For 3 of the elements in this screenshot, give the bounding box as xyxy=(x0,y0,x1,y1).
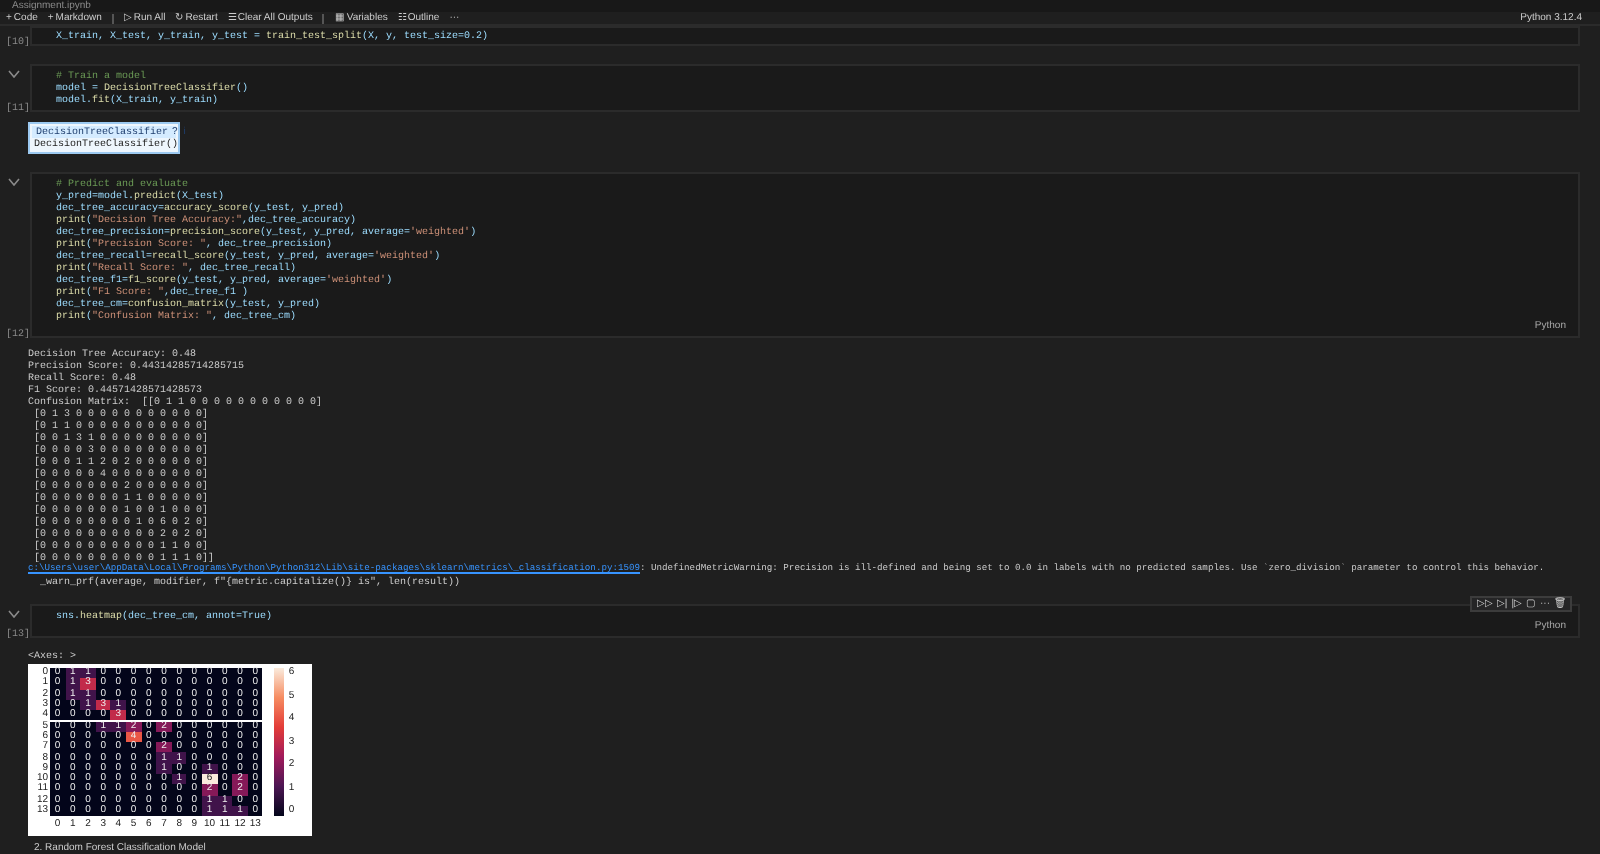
chevron-icon[interactable] xyxy=(8,610,20,618)
chevron-icon[interactable] xyxy=(8,178,20,186)
chevron-icon[interactable] xyxy=(8,70,20,78)
